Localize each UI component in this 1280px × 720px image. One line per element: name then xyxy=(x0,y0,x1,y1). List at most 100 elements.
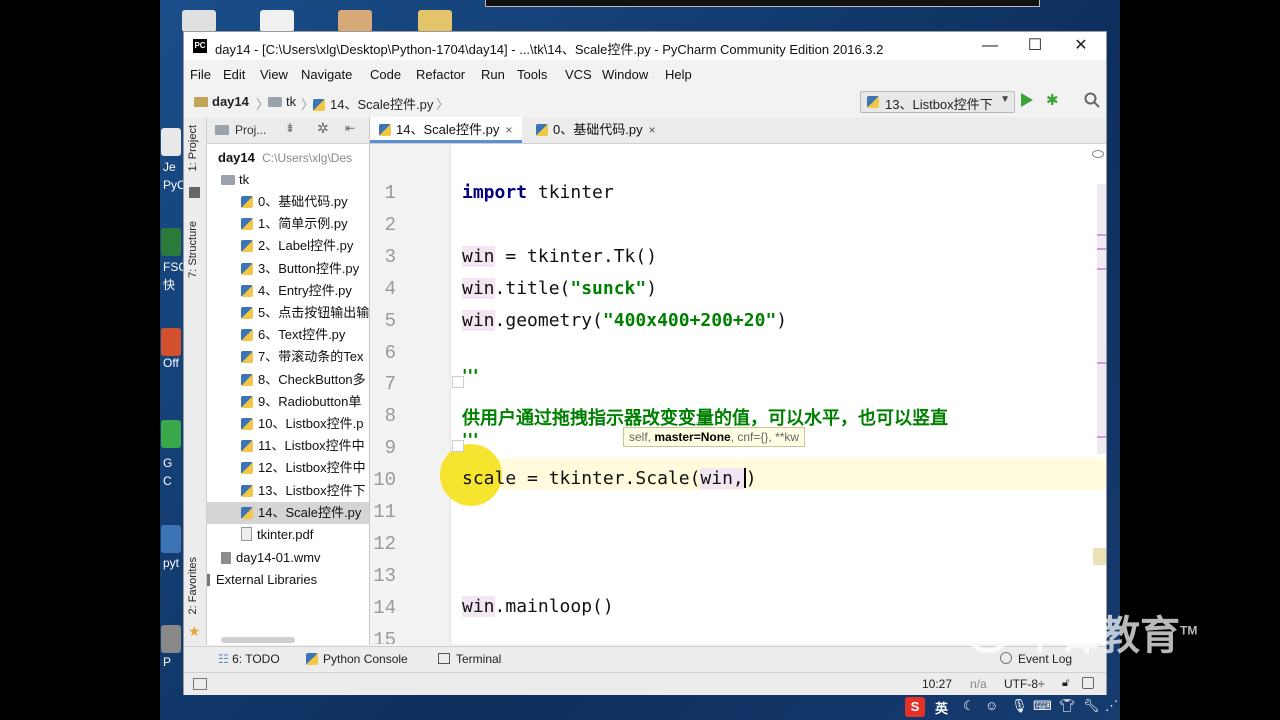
app-icon[interactable] xyxy=(161,625,181,653)
inspector-icon[interactable] xyxy=(1082,677,1094,689)
sogou-ime-icon[interactable]: S xyxy=(905,697,925,717)
python-file-icon xyxy=(241,395,253,408)
python-icon[interactable] xyxy=(161,525,181,553)
tree-item-file[interactable]: 7、带滚动条的Tex xyxy=(241,346,363,368)
moon-icon[interactable]: ☾ xyxy=(963,698,975,714)
tree-item-video[interactable]: day14-01.wmv xyxy=(221,547,321,569)
tab-project[interactable]: 1: Project xyxy=(187,125,199,171)
tree-item-file[interactable]: 4、Entry控件.py xyxy=(241,280,352,302)
hide-panel-icon[interactable]: ⇤ xyxy=(345,121,355,135)
code-line-10: scale = tkinter.Scale(win,) xyxy=(462,468,757,489)
line-separator[interactable]: n/a xyxy=(970,677,987,691)
pycharm-logo-icon: PC xyxy=(193,39,207,53)
tree-root[interactable]: day14 C:\Users\xlg\Des xyxy=(218,147,352,169)
menu-navigate[interactable]: Navigate xyxy=(301,67,352,82)
python-file-icon xyxy=(867,96,879,108)
folder-icon[interactable] xyxy=(418,10,452,32)
menu-vcs[interactable]: VCS xyxy=(565,67,592,82)
tree-item-file[interactable]: 9、Radiobutton单 xyxy=(241,391,361,413)
lock-icon[interactable]: 🔓︎ xyxy=(1062,677,1069,690)
menu-help[interactable]: Help xyxy=(665,67,692,82)
desktop-icon-top[interactable] xyxy=(182,10,216,32)
tree-item-file[interactable]: 3、Button控件.py xyxy=(241,258,359,280)
tree-item-file[interactable]: 14、Scale控件.py xyxy=(207,501,369,524)
error-stripe-mark xyxy=(1097,248,1106,250)
shirt-icon[interactable]: 👕︎ xyxy=(1059,698,1076,714)
tab-favorites[interactable]: 2: Favorites xyxy=(187,557,199,614)
tree-item-file[interactable]: 8、CheckButton多 xyxy=(241,369,366,391)
app-icon[interactable] xyxy=(161,328,181,356)
horizontal-scrollbar[interactable] xyxy=(221,637,295,643)
menu-run[interactable]: Run xyxy=(481,67,505,82)
root-name: day14 xyxy=(218,150,255,165)
title-bar[interactable]: PC day14 - [C:\Users\xlg\Desktop\Python-… xyxy=(184,32,1106,60)
tab-structure[interactable]: 7: Structure xyxy=(187,221,199,278)
tree-item-file[interactable]: tkinter.pdf xyxy=(241,524,313,546)
desktop-label: pyt xyxy=(163,556,180,570)
more-icon[interactable]: ⋰ xyxy=(1105,698,1118,714)
desktop-icon-top[interactable] xyxy=(260,10,294,32)
close-tab-icon[interactable]: × xyxy=(505,123,512,137)
parameter-info-popup: self, master=None, cnf={}, **kw xyxy=(623,427,806,447)
avatar-icon[interactable] xyxy=(338,10,372,32)
menu-file[interactable]: File xyxy=(190,67,211,82)
run-configuration-dropdown[interactable]: 13、Listbox控件下 ▼ xyxy=(860,91,1015,113)
tree-item-file[interactable]: 11、Listbox控件中 xyxy=(241,435,365,457)
minimize-icon[interactable]: — xyxy=(967,35,1013,57)
tree-item-file[interactable]: 5、点击按钮输出输 xyxy=(241,302,369,324)
menu-window[interactable]: Window xyxy=(602,67,648,82)
tree-item-external-libraries[interactable]: External Libraries xyxy=(207,569,317,591)
app-icon[interactable] xyxy=(161,420,181,448)
ime-language[interactable]: 英 xyxy=(935,698,948,717)
project-view-dropdown[interactable]: Proj... xyxy=(235,123,266,137)
tab-scale-file[interactable]: 14、Scale控件.py × xyxy=(370,117,522,143)
microphone-icon[interactable]: 🎙︎ xyxy=(1011,698,1028,714)
code-line-3: win = tkinter.Tk() xyxy=(462,246,658,267)
breadcrumb-file[interactable]: 14、Scale控件.py xyxy=(313,94,433,113)
tool-python-console[interactable]: Python Console xyxy=(306,652,408,666)
menu-refactor[interactable]: Refactor xyxy=(416,67,465,82)
code-line-1: import tkinter xyxy=(462,182,614,203)
line-number: 4 xyxy=(384,277,396,300)
emoji-icon[interactable]: ☺ xyxy=(985,698,998,713)
caret-position[interactable]: 10:27 xyxy=(922,677,952,691)
video-frame-bar xyxy=(485,0,1040,7)
keyboard-icon[interactable]: ⌨ xyxy=(1033,698,1052,714)
editor-scrollbar[interactable] xyxy=(1097,184,1106,454)
tool-terminal[interactable]: Terminal xyxy=(438,652,501,666)
app-icon[interactable] xyxy=(161,228,181,256)
menu-tools[interactable]: Tools xyxy=(517,67,547,82)
maximize-icon[interactable]: ☐ xyxy=(1012,35,1058,57)
search-icon[interactable] xyxy=(1084,92,1100,108)
tree-folder-tk[interactable]: tk xyxy=(221,169,249,191)
tree-item-file[interactable]: 1、简单示例.py xyxy=(241,213,348,235)
python-file-icon xyxy=(241,329,253,342)
eye-icon[interactable] xyxy=(1092,150,1104,158)
tab-base-file[interactable]: 0、基础代码.py × xyxy=(532,117,672,143)
tree-item-file[interactable]: 13、Listbox控件下 xyxy=(241,480,366,502)
tree-item-file[interactable]: 0、基础代码.py xyxy=(241,191,348,213)
toggle-panel-icon[interactable] xyxy=(193,678,207,690)
breadcrumb-folder[interactable]: tk xyxy=(268,94,296,109)
root-path: C:\Users\xlg\Des xyxy=(262,151,353,165)
run-icon[interactable] xyxy=(1021,93,1033,107)
tree-item-file[interactable]: 10、Listbox控件.p xyxy=(241,413,364,435)
tree-item-file[interactable]: 12、Listbox控件中 xyxy=(241,457,366,479)
code-editor[interactable]: 12345678910111213141516 import tkinter w… xyxy=(370,144,1106,644)
tree-item-file[interactable]: 6、Text控件.py xyxy=(241,324,345,346)
python-file-icon xyxy=(379,124,391,136)
gear-icon[interactable]: ✲ xyxy=(317,120,329,137)
collapse-all-icon[interactable]: ⇟ xyxy=(285,121,295,135)
menu-code[interactable]: Code xyxy=(370,67,401,82)
menu-view[interactable]: View xyxy=(260,67,288,82)
tree-item-file[interactable]: 2、Label控件.py xyxy=(241,235,353,257)
wrench-icon[interactable]: 🔧︎ xyxy=(1083,698,1100,714)
debug-icon[interactable]: ✱ xyxy=(1046,91,1059,109)
close-tab-icon[interactable]: × xyxy=(649,123,656,137)
tool-todo[interactable]: ☷ 6: TODO xyxy=(218,652,280,666)
close-icon[interactable]: ✕ xyxy=(1058,35,1104,57)
breadcrumb-project[interactable]: day14 xyxy=(194,94,249,109)
menu-edit[interactable]: Edit xyxy=(223,67,245,82)
recycle-bin-icon[interactable] xyxy=(161,128,181,156)
file-encoding[interactable]: UTF-8÷ xyxy=(1004,677,1045,691)
